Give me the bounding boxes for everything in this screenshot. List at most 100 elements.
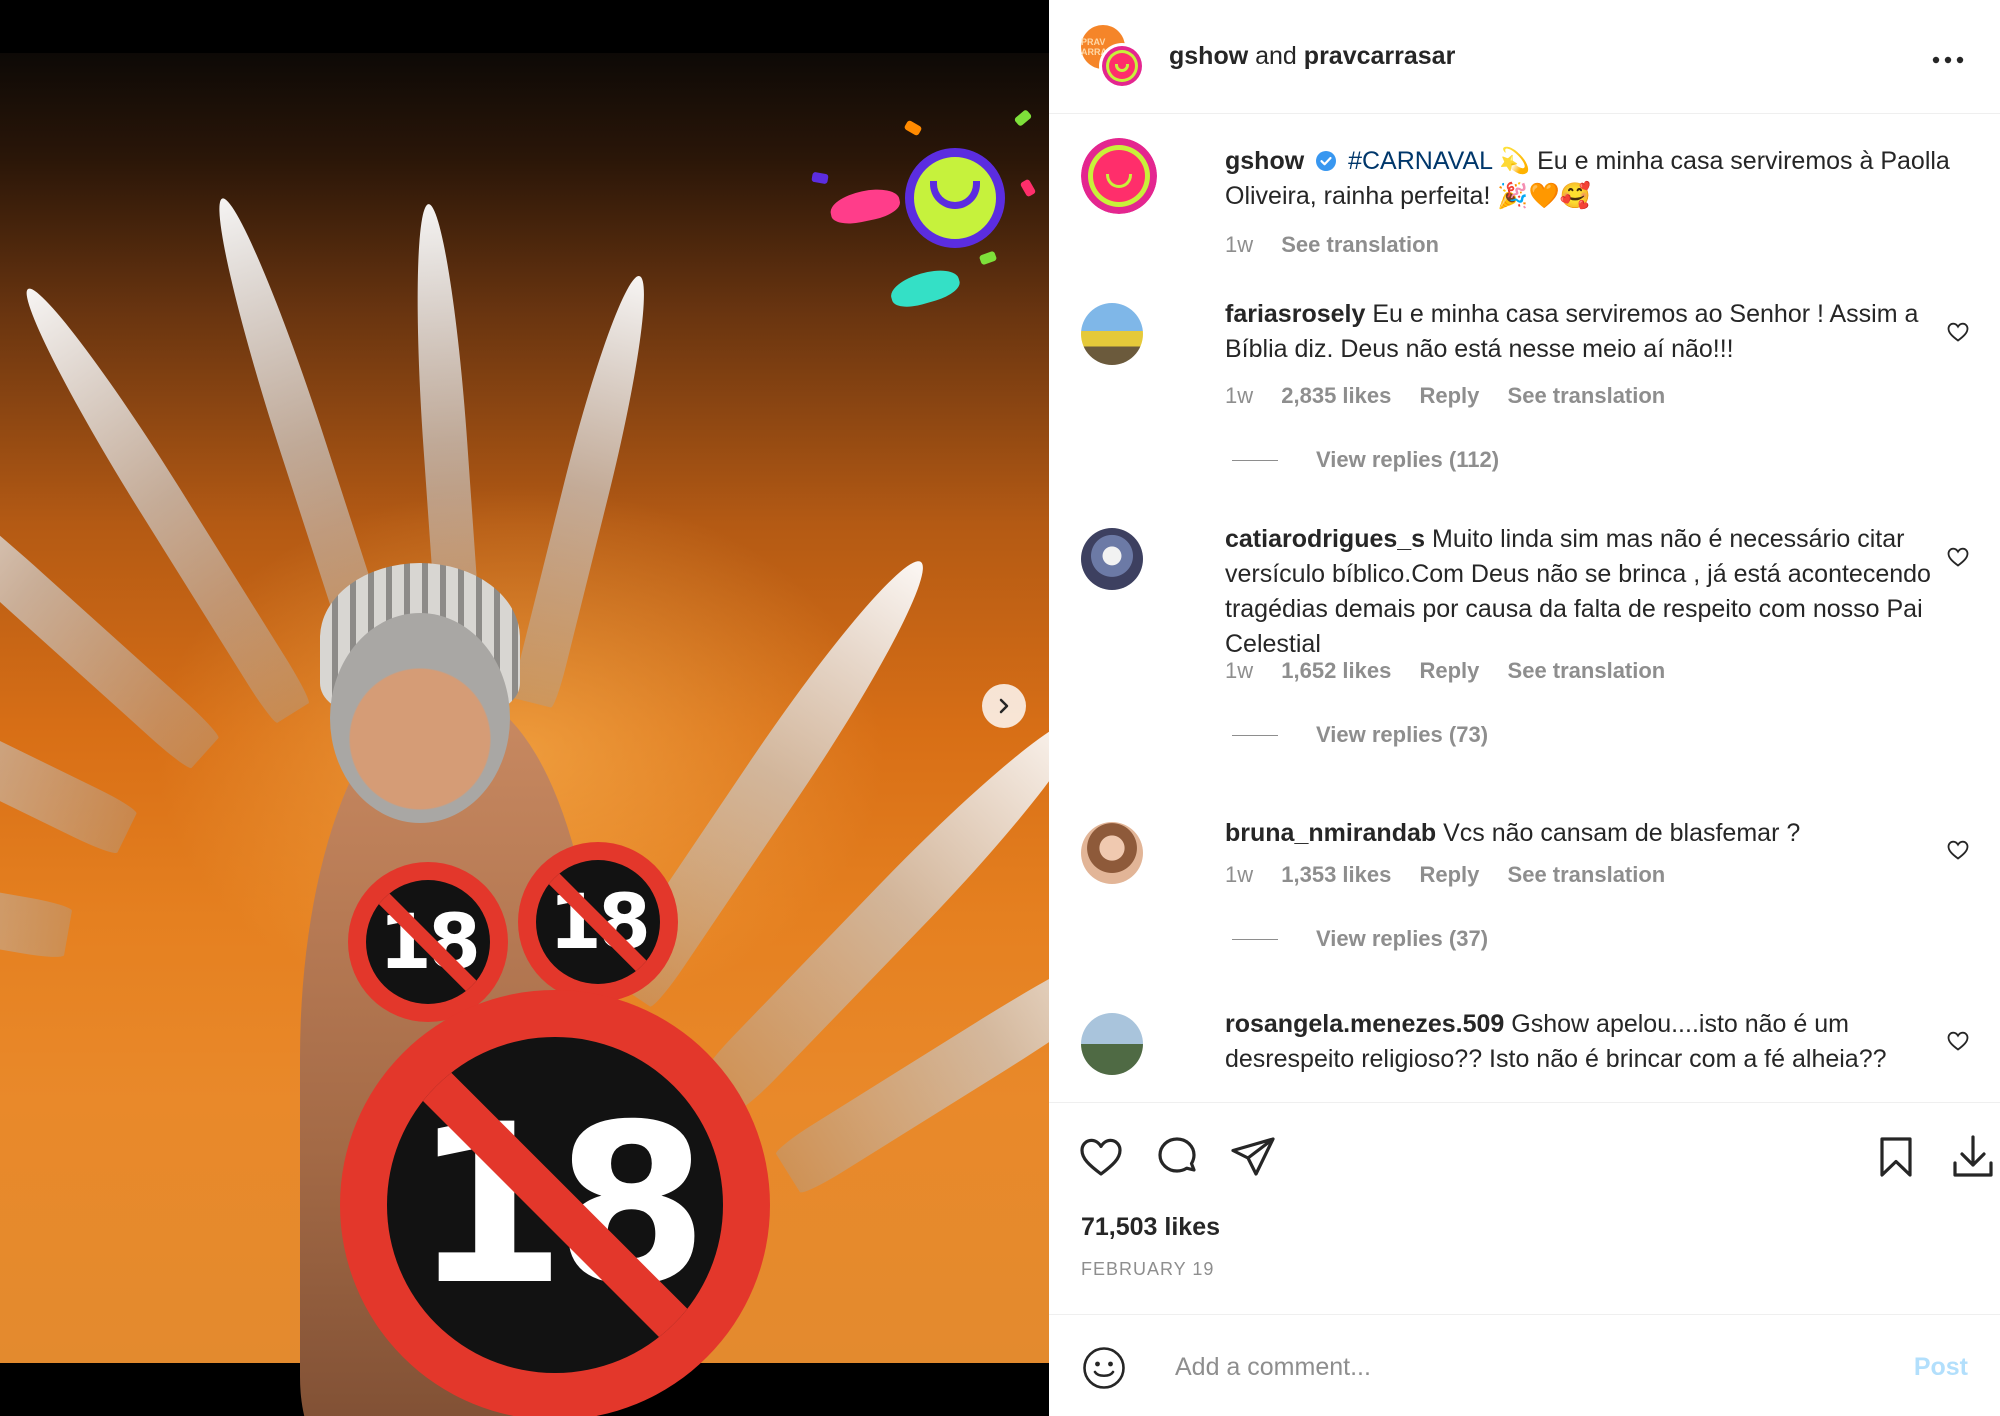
- instagram-post-window: 18 18 18 PRAV ARRA: [0, 0, 2000, 1416]
- more-horizontal-icon: [1932, 56, 1964, 64]
- download-icon[interactable]: [1949, 1133, 1997, 1181]
- caption-username[interactable]: gshow: [1225, 147, 1304, 175]
- view-replies-button[interactable]: View replies (112): [1232, 447, 1499, 473]
- comment-icon[interactable]: [1153, 1133, 1201, 1181]
- age-restriction-sticker: 18: [348, 862, 508, 1022]
- avatar[interactable]: [1081, 822, 1143, 884]
- reply-button[interactable]: Reply: [1419, 658, 1479, 683]
- post-media: 18 18 18: [0, 0, 1049, 1416]
- comment-body: Vcs não cansam de blasfemar ?: [1443, 819, 1801, 847]
- avatar[interactable]: [1081, 303, 1143, 365]
- comment-like-heart-icon[interactable]: [1946, 320, 1970, 344]
- comments-list[interactable]: gshow #CARNAVAL 💫 Eu e minha casa servir…: [1049, 115, 2000, 1101]
- replies-divider: [1232, 938, 1278, 940]
- view-replies-label: View replies (112): [1316, 447, 1500, 472]
- view-replies-button[interactable]: View replies (37): [1232, 926, 1488, 952]
- post-actions: 71,503 likes FEBRUARY 19: [1049, 1102, 2000, 1326]
- comment-username[interactable]: rosangela.menezes.509: [1225, 1010, 1504, 1038]
- caption-text: gshow #CARNAVAL 💫 Eu e minha casa servir…: [1225, 144, 1965, 214]
- post-date[interactable]: FEBRUARY 19: [1081, 1259, 1214, 1280]
- caption-meta: 1w See translation: [1225, 232, 1461, 258]
- reply-button[interactable]: Reply: [1419, 383, 1479, 408]
- comment-like-heart-icon[interactable]: [1946, 1029, 1970, 1053]
- view-replies-label: View replies (73): [1316, 722, 1489, 747]
- carnival-mask-icon: [887, 263, 963, 313]
- replies-divider: [1232, 459, 1278, 461]
- caption-time[interactable]: 1w: [1225, 232, 1253, 257]
- logo-ring: [1088, 145, 1150, 207]
- comment-username[interactable]: catiarodrigues_s: [1225, 525, 1425, 553]
- see-translation-link[interactable]: See translation: [1281, 232, 1439, 257]
- next-photo-button[interactable]: [982, 684, 1026, 728]
- logo-smile: [1115, 63, 1129, 72]
- confetti-decoration: [1013, 109, 1033, 127]
- post-comment-button[interactable]: Post: [1914, 1353, 1968, 1382]
- add-comment-bar: Post: [1049, 1314, 2000, 1416]
- more-options-button[interactable]: [1932, 40, 1964, 70]
- sticker-inner: 18: [387, 1037, 723, 1373]
- sticker-inner: 18: [535, 859, 661, 985]
- comment-likes[interactable]: 1,652 likes: [1281, 658, 1391, 683]
- confetti-decoration: [903, 119, 923, 137]
- comment-like-heart-icon[interactable]: [1946, 838, 1970, 862]
- collab-avatars[interactable]: PRAV ARRA: [1081, 24, 1145, 89]
- age-restriction-sticker: 18: [340, 990, 770, 1416]
- feather-decoration: [773, 894, 1049, 1197]
- post-details-panel: PRAV ARRA gshow and pravcarrasar gshow #…: [1049, 0, 2000, 1416]
- see-translation-link[interactable]: See translation: [1508, 383, 1666, 408]
- comment-likes[interactable]: 2,835 likes: [1281, 383, 1391, 408]
- see-translation-link[interactable]: See translation: [1508, 862, 1666, 887]
- dancer-face: [330, 613, 510, 823]
- avatar[interactable]: [1081, 138, 1157, 214]
- comment-time[interactable]: 1w: [1225, 658, 1253, 683]
- feather-decoration: [510, 270, 662, 709]
- gshow-logo: [1102, 45, 1142, 86]
- carnival-mask-icon: [827, 184, 903, 228]
- carnival-smile-logo: [905, 148, 1005, 248]
- avatar[interactable]: [1081, 1013, 1143, 1075]
- comment-text: catiarodrigues_s Muito linda sim mas não…: [1225, 522, 1965, 662]
- logo-smile: [930, 181, 980, 209]
- bookmark-icon[interactable]: [1872, 1133, 1920, 1181]
- logo-smile: [1106, 174, 1132, 188]
- view-replies-label: View replies (37): [1316, 926, 1489, 951]
- reply-button[interactable]: Reply: [1419, 862, 1479, 887]
- comment-meta: 1w 1,353 likes Reply See translation: [1225, 862, 1687, 888]
- post-header: PRAV ARRA gshow and pravcarrasar: [1049, 0, 2000, 114]
- logo-core: [1093, 150, 1145, 202]
- see-translation-link[interactable]: See translation: [1508, 658, 1666, 683]
- feather-decoration: [0, 832, 73, 961]
- replies-divider: [1232, 734, 1278, 736]
- comment-likes[interactable]: 1,353 likes: [1281, 862, 1391, 887]
- heart-icon[interactable]: [1077, 1133, 1125, 1181]
- avatar-gshow: [1099, 42, 1145, 89]
- likes-count[interactable]: 71,503 likes: [1081, 1213, 1220, 1242]
- author-link-pravcarrasar[interactable]: pravcarrasar: [1304, 42, 1456, 70]
- send-icon[interactable]: [1229, 1133, 1277, 1181]
- author-link-gshow[interactable]: gshow: [1169, 42, 1248, 70]
- comment-text: fariasrosely Eu e minha casa serviremos …: [1225, 297, 1965, 367]
- author-joiner: and: [1255, 42, 1297, 70]
- comment-username[interactable]: bruna_nmirandab: [1225, 819, 1436, 847]
- comment-meta: 1w 2,835 likes Reply See translation: [1225, 383, 1687, 409]
- confetti-decoration: [811, 171, 829, 185]
- post-authors: gshow and pravcarrasar: [1169, 42, 1455, 71]
- comment-username[interactable]: fariasrosely: [1225, 300, 1365, 328]
- age-restriction-sticker: 18: [518, 842, 678, 1002]
- comment-input[interactable]: [1175, 1343, 1875, 1391]
- comment-time[interactable]: 1w: [1225, 862, 1253, 887]
- feather-decoration: [0, 413, 222, 772]
- sticker-inner: 18: [365, 879, 491, 1005]
- gshow-logo: [1081, 138, 1157, 214]
- confetti-decoration: [978, 250, 998, 266]
- hashtag-link[interactable]: #CARNAVAL: [1348, 147, 1492, 175]
- emoji-icon[interactable]: [1081, 1345, 1127, 1391]
- confetti-decoration: [1019, 178, 1037, 198]
- view-replies-button[interactable]: View replies (73): [1232, 722, 1488, 748]
- avatar[interactable]: [1081, 528, 1143, 590]
- verified-badge-icon: [1316, 151, 1337, 171]
- logo-ring: [1106, 49, 1138, 82]
- comment-meta: 1w 1,652 likes Reply See translation: [1225, 658, 1687, 684]
- comment-time[interactable]: 1w: [1225, 383, 1253, 408]
- comment-like-heart-icon[interactable]: [1946, 545, 1970, 569]
